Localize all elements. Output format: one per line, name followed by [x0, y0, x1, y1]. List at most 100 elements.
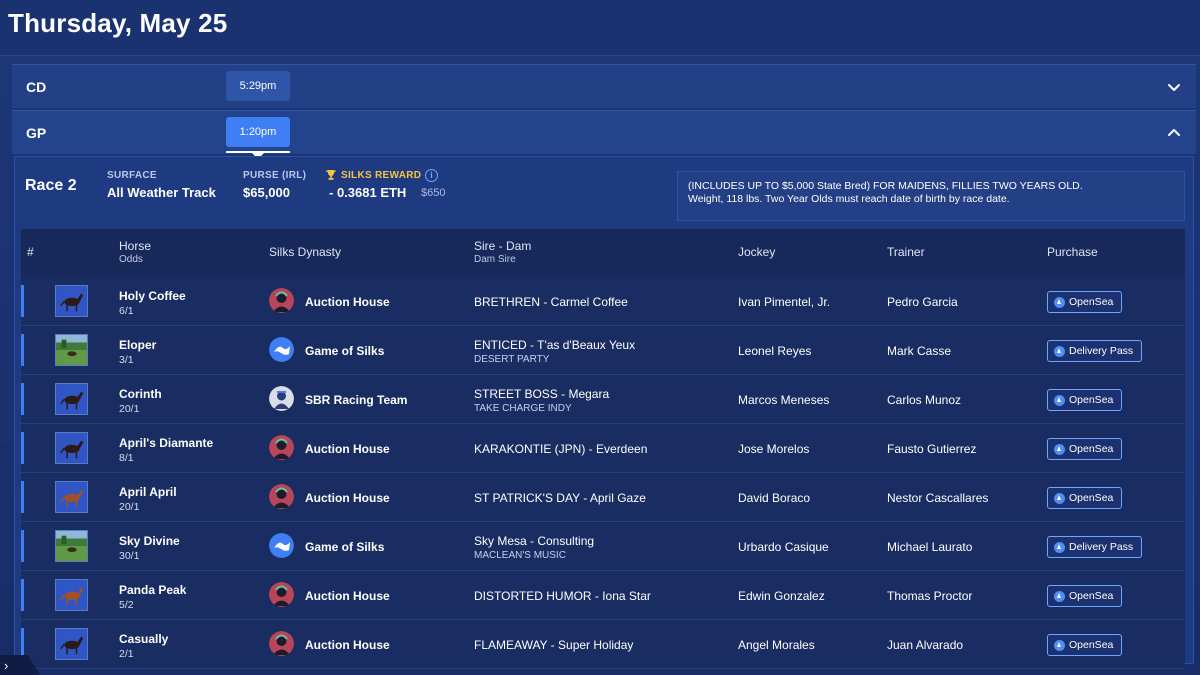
header-trainer[interactable]: Trainer — [887, 245, 925, 259]
trainer-name: Mark Casse — [887, 344, 952, 358]
silks-reward-usd: $650 — [421, 187, 446, 199]
page-header: Thursday, May 25 — [0, 0, 1200, 56]
horse-name[interactable]: Panda Peak — [119, 583, 186, 597]
purchase-label: Delivery Pass — [1069, 541, 1134, 553]
header-odds[interactable]: Odds — [119, 254, 143, 265]
horse-name[interactable]: Eloper — [119, 338, 156, 352]
opensea-icon — [1054, 345, 1065, 357]
header-horse[interactable]: Horse — [119, 239, 151, 253]
trainer-name: Juan Alvarado — [887, 638, 964, 652]
silks-dynasty-name[interactable]: Auction House — [305, 295, 390, 309]
trainer-name: Pedro Garcia — [887, 295, 958, 309]
horse-thumbnail[interactable] — [55, 481, 88, 513]
track-row-gp[interactable]: GP 1:20pm — [12, 110, 1196, 159]
trainer-name: Thomas Proctor — [887, 589, 973, 603]
horse-thumbnail[interactable] — [55, 530, 88, 562]
chevron-right-icon[interactable]: › — [4, 658, 8, 673]
race-time-chip-selected[interactable]: 1:20pm — [226, 117, 290, 147]
jockey-name: Jose Morelos — [738, 442, 810, 456]
horse-name[interactable]: Holy Coffee — [119, 289, 186, 303]
table-body: Holy Coffee 6/1 Auction House BRETHREN - Ca… — [21, 277, 1185, 669]
table-row[interactable]: Casually 2/1 Auction House FLAMEAWAY - Supe… — [21, 620, 1185, 669]
header-sire-dam[interactable]: Sire - Dam — [474, 239, 531, 253]
horse-name[interactable]: Casually — [119, 632, 168, 646]
purse-value: $65,000 — [243, 185, 290, 200]
page-title: Thursday, May 25 — [8, 8, 228, 38]
silks-reward-label: SILKS REWARD — [341, 170, 422, 181]
row-accent — [21, 383, 24, 415]
horse-thumbnail[interactable] — [55, 628, 88, 660]
sire-dam: FLAMEAWAY - Super Holiday — [474, 638, 634, 652]
race-conditions: (INCLUDES UP TO $5,000 State Bred) FOR M… — [677, 171, 1185, 221]
trainer-name: Carlos Munoz — [887, 393, 962, 407]
race-time-chip[interactable]: 5:29pm — [226, 71, 290, 101]
surface-value: All Weather Track — [107, 185, 216, 200]
auction-house-icon — [269, 288, 294, 313]
horse-name[interactable]: Sky Divine — [119, 534, 180, 548]
table-row[interactable]: Sky Divine 30/1 Game of Silks Sky Mesa - Co… — [21, 522, 1185, 571]
horse-odds: 5/2 — [119, 599, 134, 611]
opensea-icon — [1054, 590, 1065, 602]
sire-dam: KARAKONTIE (JPN) - Everdeen — [474, 442, 648, 456]
table-row[interactable]: Corinth 20/1 SBR Racing Team STREET BOSS - … — [21, 375, 1185, 424]
jockey-name: Marcos Meneses — [738, 393, 830, 407]
horse-thumbnail[interactable] — [55, 579, 88, 611]
silks-dynasty-name[interactable]: Auction House — [305, 589, 390, 603]
purchase-button[interactable]: Delivery Pass — [1047, 340, 1143, 362]
purchase-label: OpenSea — [1069, 492, 1114, 504]
table-row[interactable]: Holy Coffee 6/1 Auction House BRETHREN - Ca… — [21, 277, 1185, 326]
silks-dynasty-name[interactable]: Game of Silks — [305, 344, 384, 358]
horse-odds: 3/1 — [119, 354, 134, 366]
row-accent — [21, 432, 24, 464]
silks-dynasty-name[interactable]: Auction House — [305, 638, 390, 652]
horse-odds: 8/1 — [119, 452, 134, 464]
purchase-button[interactable]: Delivery Pass — [1047, 536, 1143, 558]
silks-dynasty-name[interactable]: Auction House — [305, 442, 390, 456]
game-of-silks-icon — [269, 533, 294, 558]
header-silks-dynasty[interactable]: Silks Dynasty — [269, 245, 341, 259]
header-dam-sire[interactable]: Dam Sire — [474, 254, 516, 265]
horse-name[interactable]: April's Diamante — [119, 436, 213, 450]
purchase-button[interactable]: OpenSea — [1047, 291, 1123, 313]
purchase-button[interactable]: OpenSea — [1047, 438, 1123, 460]
horse-odds: 6/1 — [119, 305, 134, 317]
track-row-cd[interactable]: CD 5:29pm — [12, 64, 1196, 108]
horse-thumbnail[interactable] — [55, 432, 88, 464]
table-row[interactable]: Eloper 3/1 Game of Silks ENTICED - T'as d'B… — [21, 326, 1185, 375]
table-row[interactable]: Panda Peak 5/2 Auction House DISTORTED HUMO… — [21, 571, 1185, 620]
table-row[interactable]: April April 20/1 Auction House ST PATRICK'S… — [21, 473, 1185, 522]
horse-odds: 30/1 — [119, 550, 140, 562]
info-icon[interactable]: i — [425, 169, 438, 182]
horse-name[interactable]: Corinth — [119, 387, 162, 401]
silks-dynasty-name[interactable]: SBR Racing Team — [305, 393, 407, 407]
header-jockey[interactable]: Jockey — [738, 245, 775, 259]
trainer-name: Michael Laurato — [887, 540, 973, 554]
horse-name[interactable]: April April — [119, 485, 177, 499]
chevron-up-icon[interactable] — [1166, 125, 1182, 141]
table-row[interactable]: April's Diamante 8/1 Auction House KARAKONT… — [21, 424, 1185, 473]
sire-dam: ENTICED - T'as d'Beaux Yeux — [474, 338, 636, 352]
purchase-button[interactable]: OpenSea — [1047, 585, 1123, 607]
purchase-button[interactable]: OpenSea — [1047, 389, 1123, 411]
silks-dynasty-name[interactable]: Auction House — [305, 491, 390, 505]
sire-dam: ST PATRICK'S DAY - April Gaze — [474, 491, 646, 505]
silks-reward-eth: - 0.3681 ETH — [329, 185, 407, 200]
conditions-line-1: (INCLUDES UP TO $5,000 State Bred) FOR M… — [688, 180, 1083, 192]
jockey-name: Edwin Gonzalez — [738, 589, 825, 603]
silks-dynasty-name[interactable]: Game of Silks — [305, 540, 384, 554]
trophy-icon — [326, 170, 337, 180]
auction-house-icon — [269, 435, 294, 460]
purchase-label: OpenSea — [1069, 443, 1114, 455]
opensea-icon — [1054, 541, 1065, 553]
purchase-button[interactable]: OpenSea — [1047, 634, 1123, 656]
track-code: CD — [26, 79, 47, 95]
auction-house-icon — [269, 484, 294, 509]
chevron-down-icon[interactable] — [1166, 79, 1182, 95]
horse-thumbnail[interactable] — [55, 383, 88, 415]
jockey-name: Leonel Reyes — [738, 344, 812, 358]
purchase-button[interactable]: OpenSea — [1047, 487, 1123, 509]
purchase-label: OpenSea — [1069, 590, 1114, 602]
track-code: GP — [26, 125, 47, 141]
horse-thumbnail[interactable] — [55, 334, 88, 366]
horse-thumbnail[interactable] — [55, 285, 88, 317]
